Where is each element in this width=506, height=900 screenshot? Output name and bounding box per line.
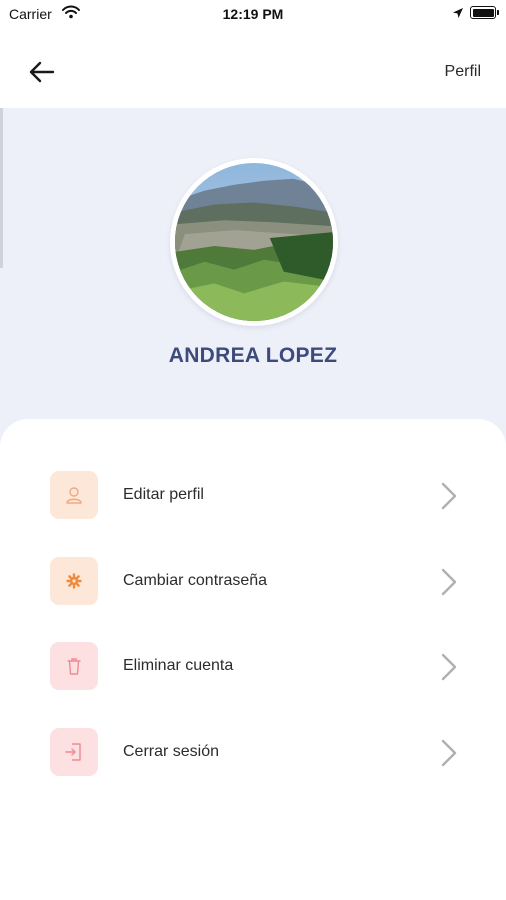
- nav-bar: Perfil: [0, 28, 506, 108]
- user-name: ANDREA LOPEZ: [168, 344, 338, 367]
- profile-header: ANDREA LOPEZ: [0, 108, 506, 448]
- battery-icon: [470, 6, 499, 19]
- edit-profile-item[interactable]: Editar perfil: [0, 466, 506, 526]
- edit-profile-label: Editar perfil: [123, 486, 204, 503]
- gear-icon: [50, 557, 98, 605]
- logout-icon: [50, 728, 98, 776]
- change-password-label: Cambiar contraseña: [123, 572, 268, 589]
- back-button[interactable]: [26, 56, 58, 88]
- avatar[interactable]: [170, 158, 338, 326]
- chevron-right-icon: [441, 568, 457, 596]
- chevron-right-icon: [441, 739, 457, 767]
- trash-icon: [50, 642, 98, 690]
- settings-menu: Editar perfil Cambiar contraseña Elimina…: [0, 419, 506, 834]
- page-title: Perfil: [444, 63, 481, 80]
- location-arrow-icon: [452, 6, 464, 24]
- user-icon: [50, 471, 98, 519]
- logout-label: Cerrar sesión: [123, 743, 220, 760]
- logout-item[interactable]: Cerrar sesión: [0, 723, 506, 783]
- chevron-right-icon: [441, 653, 457, 681]
- status-bar: Carrier 12:19 PM: [0, 0, 506, 28]
- avatar-photo: [175, 163, 333, 321]
- delete-account-label: Eliminar cuenta: [123, 657, 234, 674]
- arrow-left-icon: [29, 61, 55, 83]
- status-time: 12:19 PM: [222, 6, 284, 22]
- delete-account-item[interactable]: Eliminar cuenta: [0, 637, 506, 697]
- chevron-right-icon: [441, 482, 457, 510]
- edge-divider: [0, 108, 3, 268]
- change-password-item[interactable]: Cambiar contraseña: [0, 552, 506, 612]
